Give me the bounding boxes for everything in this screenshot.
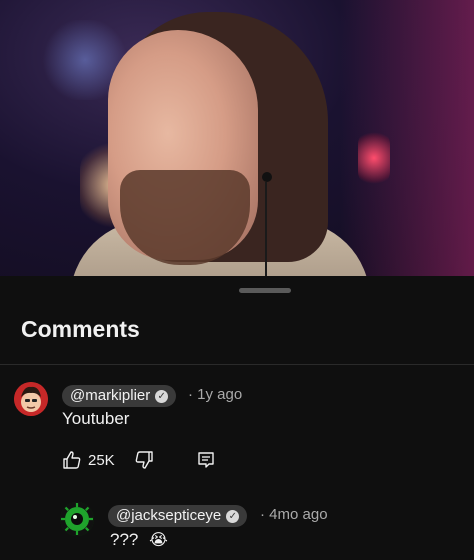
reply-comment-icon	[198, 452, 214, 468]
reply-button[interactable]	[196, 450, 216, 470]
drag-handle[interactable]	[239, 288, 291, 293]
thumbs-up-icon	[63, 451, 81, 469]
earbud	[262, 172, 272, 182]
comments-sheet: Comments @markiplier ✓ · 1y ago Youtuber…	[0, 276, 474, 560]
dislike-button[interactable]	[134, 450, 154, 470]
author-chip[interactable]: @markiplier ✓	[62, 385, 177, 407]
reply-text: ??? 😭	[110, 530, 168, 550]
author-chip[interactable]: @jacksepticeye ✓	[108, 505, 248, 527]
verified-badge-icon: ✓	[226, 509, 240, 523]
divider	[0, 364, 474, 365]
author-handle: @jacksepticeye	[116, 507, 222, 524]
markiplier-avatar-icon[interactable]	[14, 382, 48, 416]
comment-time: · 1y ago	[188, 386, 243, 403]
background-red-light	[358, 130, 390, 186]
comment-text: Youtuber	[62, 409, 130, 428]
like-button[interactable]: 25K	[62, 450, 115, 470]
sheet-title: Comments	[21, 316, 140, 342]
like-count: 25K	[88, 451, 115, 469]
author-handle: @markiplier	[70, 387, 151, 404]
reply-time: · 4mo ago	[260, 506, 328, 523]
verified-badge-icon: ✓	[155, 389, 169, 403]
loudly-crying-emoji: 😭	[149, 532, 168, 549]
video-player[interactable]	[0, 0, 474, 276]
reply-text-body: ???	[110, 530, 139, 549]
jacksepticeye-avatar-icon[interactable]	[60, 502, 94, 536]
thumbs-down-icon	[135, 451, 153, 469]
earbud-cord	[265, 182, 267, 276]
